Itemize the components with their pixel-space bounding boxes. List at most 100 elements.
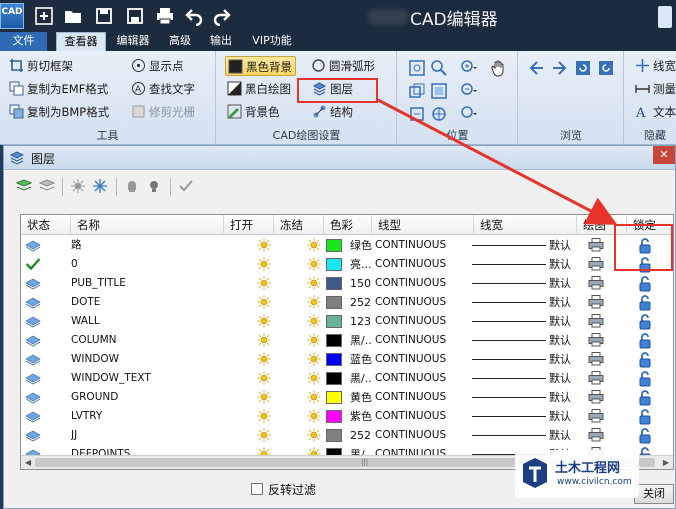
- print-icon[interactable]: [155, 6, 175, 26]
- tab-file[interactable]: 文件: [0, 32, 47, 51]
- layer-color-swatch[interactable]: [326, 258, 342, 271]
- layer-linetype[interactable]: CONTINUOUS: [375, 293, 475, 312]
- plot-printer-icon[interactable]: [588, 295, 604, 309]
- layer-status-icon[interactable]: [25, 334, 41, 348]
- save-as-icon[interactable]: [125, 6, 145, 26]
- plot-printer-icon[interactable]: [588, 409, 604, 423]
- set-current-check-icon[interactable]: [178, 178, 194, 194]
- layer-lineweight[interactable]: 默认: [549, 388, 577, 407]
- layer-color-swatch[interactable]: [326, 353, 342, 366]
- layer-color-swatch[interactable]: [326, 410, 342, 423]
- layer-thaw-icon[interactable]: [307, 409, 321, 423]
- layer-on-icon[interactable]: [257, 409, 271, 423]
- text-toggle-button[interactable]: A 文本: [635, 102, 676, 122]
- lock-icon[interactable]: [637, 332, 653, 349]
- current-layer-check-icon[interactable]: [25, 257, 41, 271]
- layer-linetype[interactable]: CONTINUOUS: [375, 236, 475, 255]
- plot-printer-icon[interactable]: [588, 238, 604, 252]
- table-row[interactable]: WINDOW_TEXT 黑/...CONTINUOUS 默认: [21, 369, 673, 388]
- layer-on-icon[interactable]: [257, 257, 271, 271]
- lock-icon[interactable]: [637, 427, 653, 444]
- layer-status-icon[interactable]: [25, 429, 41, 443]
- layer-lineweight[interactable]: 默认: [549, 236, 577, 255]
- layer-linetype[interactable]: CONTINUOUS: [375, 312, 475, 331]
- layer-lineweight[interactable]: 默认: [549, 312, 577, 331]
- column-header-on[interactable]: 打开: [224, 215, 274, 235]
- lock-icon[interactable]: [637, 294, 653, 311]
- layer-color-swatch[interactable]: [326, 391, 342, 404]
- layer-thaw-icon[interactable]: [307, 295, 321, 309]
- show-points-button[interactable]: 显示点: [131, 56, 184, 76]
- window-control-icon[interactable]: [658, 6, 672, 28]
- layer-color-swatch[interactable]: [326, 239, 342, 252]
- layer-linetype[interactable]: CONTINUOUS: [375, 331, 475, 350]
- lock-icon[interactable]: [637, 275, 653, 292]
- tab-output[interactable]: 输出: [204, 32, 238, 51]
- layer-on-icon[interactable]: [257, 238, 271, 252]
- zoom-window-icon[interactable]: [408, 59, 426, 77]
- lock-icon[interactable]: [637, 408, 653, 425]
- layer-on-icon[interactable]: [257, 276, 271, 290]
- zoom-previous-icon[interactable]: [408, 105, 426, 123]
- pan-hand-icon[interactable]: [490, 59, 508, 77]
- table-row[interactable]: PUB_TITLE 150 CONTINUOUS 默认: [21, 274, 673, 293]
- black-background-button[interactable]: 黑色背景: [225, 56, 296, 76]
- layer-on-icon[interactable]: [70, 178, 86, 194]
- background-color-button[interactable]: 背景色: [227, 102, 280, 122]
- layer-color-swatch[interactable]: [326, 334, 342, 347]
- layer-status-icon[interactable]: [25, 315, 41, 329]
- layer-thaw-icon[interactable]: [307, 428, 321, 442]
- layer-lineweight[interactable]: 默认: [549, 369, 577, 388]
- new-file-icon[interactable]: [34, 6, 54, 26]
- structure-button[interactable]: 结构: [312, 102, 353, 122]
- layer-linetype[interactable]: CONTINUOUS: [375, 407, 475, 426]
- open-folder-icon[interactable]: [63, 6, 83, 26]
- column-header-freeze[interactable]: 冻结: [274, 215, 324, 235]
- black-white-drawing-button[interactable]: 黑白绘图: [227, 79, 291, 99]
- smooth-arc-button[interactable]: 圆滑弧形: [311, 56, 375, 76]
- trim-raster-button[interactable]: 修剪光栅: [131, 102, 195, 122]
- tab-vip[interactable]: VIP功能: [246, 32, 298, 51]
- find-text-button[interactable]: A 查找文字: [131, 79, 195, 99]
- zoom-extents-icon[interactable]: [430, 105, 448, 123]
- plot-printer-icon[interactable]: [588, 428, 604, 442]
- lineweight-toggle-button[interactable]: 线宽: [635, 56, 676, 76]
- layer-name[interactable]: WINDOW_TEXT: [71, 369, 221, 388]
- column-header-linetype[interactable]: 线型: [372, 215, 474, 235]
- layer-status-icon[interactable]: [25, 239, 41, 253]
- table-row[interactable]: LVTRY 紫色 CONTINUOUS 默认: [21, 407, 673, 426]
- lock-icon[interactable]: [637, 389, 653, 406]
- layer-lineweight[interactable]: 默认: [549, 331, 577, 350]
- fit-drawing-icon[interactable]: [408, 82, 426, 100]
- layer-lineweight[interactable]: 默认: [549, 293, 577, 312]
- app-logo[interactable]: CAD: [0, 3, 24, 29]
- layer-freeze-icon[interactable]: [92, 178, 108, 194]
- close-button[interactable]: 关闭: [634, 484, 674, 504]
- layer-thaw-icon[interactable]: [307, 371, 321, 385]
- lock-icon[interactable]: [637, 313, 653, 330]
- table-row[interactable]: JJ 252 CONTINUOUS 默认: [21, 426, 673, 445]
- column-header-color[interactable]: 色彩: [324, 215, 372, 235]
- layer-linetype[interactable]: CONTINUOUS: [375, 255, 475, 274]
- table-row[interactable]: WALL 123 CONTINUOUS 默认: [21, 312, 673, 331]
- layer-status-icon[interactable]: [25, 353, 41, 367]
- plot-printer-icon[interactable]: [588, 314, 604, 328]
- lock-icon[interactable]: [637, 370, 653, 387]
- layer-lineweight[interactable]: 默认: [549, 255, 577, 274]
- table-row[interactable]: DOTE 252 CONTINUOUS 默认: [21, 293, 673, 312]
- layer-name[interactable]: LVTRY: [71, 407, 221, 426]
- layer-name[interactable]: DOTE: [71, 293, 221, 312]
- save-icon[interactable]: [94, 6, 114, 26]
- layer-thaw-icon[interactable]: [307, 390, 321, 404]
- layer-linetype[interactable]: CONTINUOUS: [375, 369, 475, 388]
- layer-off-icon[interactable]: [124, 178, 140, 194]
- layer-lineweight[interactable]: 默认: [549, 274, 577, 293]
- tab-viewer[interactable]: 查看器: [56, 32, 106, 51]
- column-header-lineweight[interactable]: 线宽: [474, 215, 577, 235]
- layer-thaw-icon[interactable]: [307, 333, 321, 347]
- plot-printer-icon[interactable]: [588, 276, 604, 290]
- layer-color-swatch[interactable]: [326, 277, 342, 290]
- layer-color-swatch[interactable]: [326, 315, 342, 328]
- layer-color-swatch[interactable]: [326, 296, 342, 309]
- layer-thaw-icon[interactable]: [307, 314, 321, 328]
